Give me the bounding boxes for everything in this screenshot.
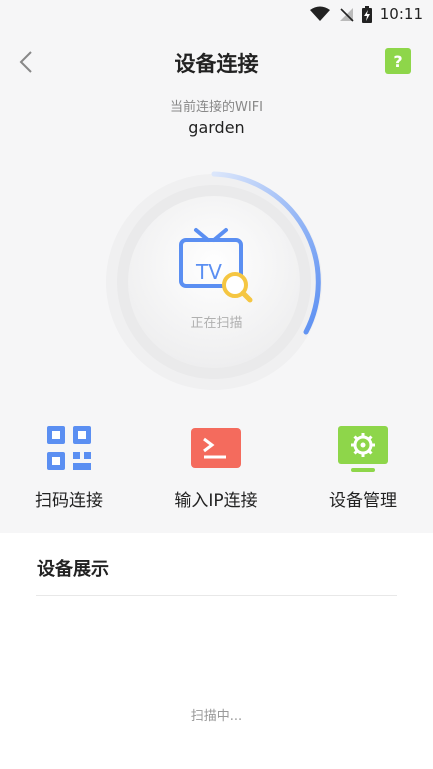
device-manage-label: 设备管理 [329, 491, 397, 511]
terminal-icon [190, 422, 242, 474]
status-bar: 10:11 [0, 0, 433, 30]
input-ip-button[interactable]: 输入IP连接 [151, 422, 281, 511]
input-ip-label: 输入IP连接 [174, 491, 258, 511]
scanner-circle: TV [100, 168, 328, 396]
scan-qr-label: 扫码连接 [35, 491, 103, 511]
device-panel: 设备展示 扫描中... [0, 533, 433, 769]
wifi-icon [309, 6, 330, 21]
wifi-name: garden [188, 118, 245, 137]
tv-label: TV [196, 260, 222, 284]
scan-status: 正在扫描 [190, 316, 243, 331]
device-scan-status: 扫描中... [190, 709, 243, 724]
scan-qr-button[interactable]: 扫码连接 [4, 422, 134, 511]
qr-code-icon [43, 422, 95, 474]
page-title: 设备连接 [174, 52, 259, 76]
device-settings-icon [337, 422, 389, 474]
status-time: 10:11 [379, 5, 423, 23]
help-button[interactable]: ? [385, 48, 411, 74]
action-row: 扫码连接 输入IP连接 设备管理 [0, 422, 433, 522]
divider [36, 595, 397, 596]
status-icons: 10:11 [309, 5, 423, 23]
header: 设备连接 ? [0, 40, 433, 84]
device-manage-button[interactable]: 设备管理 [298, 422, 428, 511]
battery-charging-icon [361, 5, 372, 23]
device-panel-title: 设备展示 [37, 559, 109, 580]
wifi-label: 当前连接的WIFI [170, 100, 263, 115]
no-signal-icon [339, 8, 354, 22]
